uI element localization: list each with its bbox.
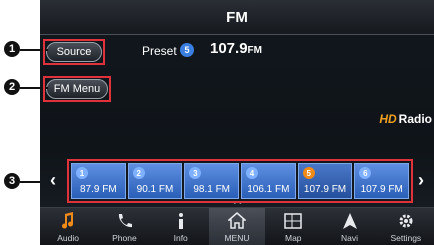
preset-label: Preset — [142, 44, 177, 58]
nav-label: Phone — [112, 233, 137, 243]
bottom-nav-bar: Audio Phone Info MENU Map Navi Settings — [40, 207, 434, 245]
nav-label: Info — [173, 233, 188, 243]
nav-info[interactable]: Info — [153, 208, 209, 245]
callout-3-line — [20, 181, 40, 183]
callout-1: 1 — [4, 41, 20, 57]
preset-strip-highlight — [67, 159, 413, 203]
nav-label: Settings — [390, 233, 422, 243]
fm-menu-button-highlight — [43, 76, 111, 102]
phone-icon — [116, 211, 133, 231]
music-note-icon — [60, 211, 76, 231]
callout-3: 3 — [4, 173, 20, 189]
source-button-highlight — [43, 39, 105, 65]
nav-navi[interactable]: Navi — [321, 208, 377, 245]
prev-arrow-icon[interactable]: ‹ — [50, 170, 56, 191]
current-preset-badge: 5 — [180, 43, 194, 57]
map-icon — [284, 211, 303, 231]
screen-title: FM — [226, 9, 248, 26]
hd-logo-mark: HD — [379, 112, 397, 126]
head-unit-screen: FM Source Preset 5 107.9FM FM Menu HD Ra… — [40, 0, 434, 245]
nav-settings[interactable]: Settings — [378, 208, 434, 245]
header-bar: FM — [40, 0, 434, 35]
nav-audio[interactable]: Audio — [40, 208, 96, 245]
hd-radio-logo: HD Radio — [379, 112, 432, 126]
nav-menu[interactable]: MENU — [208, 208, 266, 245]
nav-phone[interactable]: Phone — [96, 208, 152, 245]
callout-2: 2 — [4, 79, 20, 95]
current-frequency: 107.9FM — [210, 40, 262, 57]
nav-label: MENU — [224, 233, 250, 243]
nav-label: Audio — [57, 233, 80, 243]
navigation-arrow-icon — [342, 211, 358, 231]
info-icon — [176, 211, 186, 231]
gear-icon — [397, 211, 415, 231]
current-frequency-value: 107.9 — [210, 40, 248, 57]
next-arrow-icon[interactable]: › — [418, 170, 424, 191]
nav-map[interactable]: Map — [265, 208, 321, 245]
current-band: FM — [247, 45, 262, 56]
hd-radio-label: Radio — [398, 112, 432, 126]
home-icon — [227, 211, 246, 231]
nav-label: Navi — [341, 233, 359, 243]
nav-label: Map — [284, 233, 302, 243]
